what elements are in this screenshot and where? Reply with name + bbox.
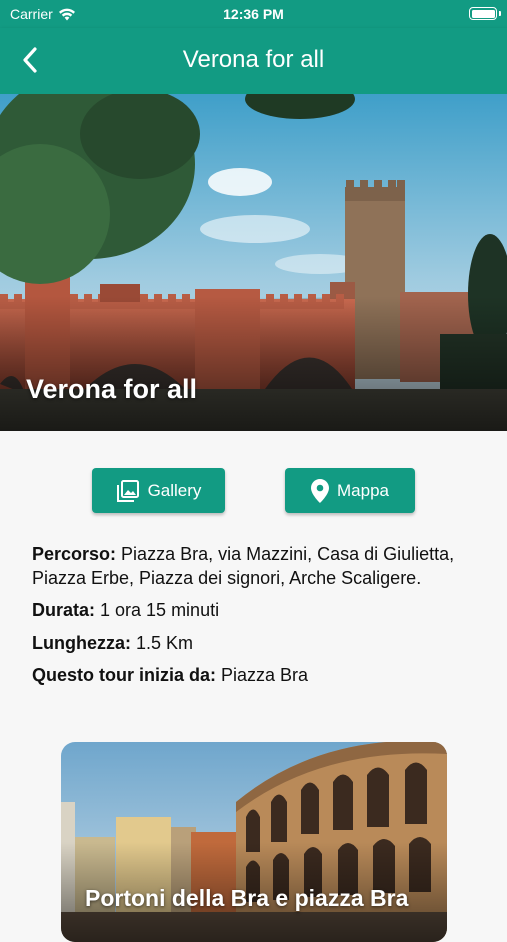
status-bar: Carrier 12:36 PM — [0, 0, 507, 28]
status-time: 12:36 PM — [223, 6, 284, 22]
route-info: Percorso: Piazza Bra, via Mazzini, Casa … — [32, 543, 482, 590]
length-value: 1.5 Km — [131, 632, 194, 653]
navigation-bar: Verona for all — [0, 28, 507, 94]
length-info: Lunghezza: 1.5 Km — [32, 632, 482, 656]
tour-info: Percorso: Piazza Bra, via Mazzini, Casa … — [32, 543, 482, 697]
stop-card-title: Portoni della Bra e piazza Bra — [85, 885, 409, 911]
gallery-button[interactable]: Gallery — [92, 468, 225, 513]
length-label: Lunghezza: — [32, 632, 131, 653]
action-buttons: Gallery Mappa — [0, 468, 507, 514]
map-button[interactable]: Mappa — [285, 468, 415, 513]
gallery-button-label: Gallery — [147, 480, 202, 500]
start-label: Questo tour inizia da: — [32, 665, 217, 685]
page-title: Verona for all — [182, 46, 325, 73]
duration-value: 1 ora 15 minuti — [95, 600, 220, 620]
duration-label: Durata: — [32, 600, 96, 620]
map-button-label: Mappa — [337, 480, 389, 500]
arena-photo — [61, 742, 447, 942]
route-label: Percorso: — [32, 544, 117, 564]
hero-image: Verona for all — [0, 94, 507, 431]
map-pin-icon — [311, 478, 329, 503]
start-info: Questo tour inizia da: Piazza Bra — [32, 664, 482, 688]
gallery-icon — [116, 479, 139, 502]
stop-card[interactable]: Portoni della Bra e piazza Bra — [61, 742, 447, 942]
battery-icon — [469, 7, 501, 20]
start-value: Piazza Bra — [216, 665, 309, 685]
duration-info: Durata: 1 ora 15 minuti — [32, 599, 482, 623]
hero-title: Verona for all — [26, 374, 198, 404]
